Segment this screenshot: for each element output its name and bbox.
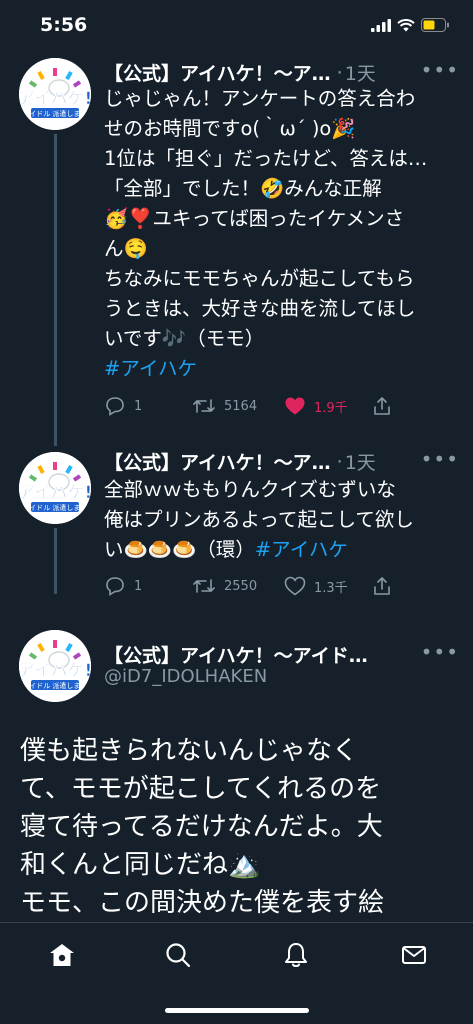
author-name[interactable]: 【公式】アイハケ！〜アイド… [104, 641, 368, 668]
tweet-line: じゃじゃん！アンケートの答え合わ [104, 87, 416, 110]
tab-home[interactable] [42, 937, 82, 973]
notifications-icon [285, 943, 307, 967]
tweet-time[interactable]: 1天 [345, 59, 376, 86]
avatar[interactable]: アイハケ! アイドル 派遣します [19, 452, 91, 524]
retweet-button[interactable]: 2550 [192, 576, 257, 596]
tweet-text: じゃじゃん！アンケートの答え合わ せのお時間ですo(｀ω´ )o🎉 1位は「担ぐ… [104, 84, 460, 384]
reply-button[interactable]: 1 [104, 576, 142, 596]
tweet-actions: 1 5164 1.9千 [104, 396, 404, 420]
tweet-line: 「全部」でした！🤣みんな正解 [104, 177, 382, 200]
tweet-header: 【公式】アイハケ！〜ア… · 1天 [104, 59, 459, 86]
share-button[interactable] [372, 576, 392, 596]
tweet-text: 全部ｗｗももりんクイズむずいな 俺はプリンあるよって起こして欲し い🍮🍮🍮（環）… [104, 475, 460, 565]
search-icon [166, 943, 191, 968]
tweet-line: 全部ｗｗももりんクイズむずいな [104, 478, 396, 501]
status-time: 5:56 [40, 14, 88, 36]
hashtag-link[interactable]: #アイハケ [255, 538, 348, 561]
tab-search[interactable] [158, 937, 198, 973]
svg-text:アイドル 派遣します: アイドル 派遣します [23, 109, 88, 118]
tweet-line: ん🤤 [104, 237, 148, 260]
hashtag-link[interactable]: #アイハケ [104, 357, 197, 380]
messages-icon [402, 946, 426, 964]
like-icon [284, 576, 306, 596]
battery-icon [421, 18, 449, 32]
reply-count: 1 [134, 578, 143, 594]
svg-text:アイドル 派遣します: アイドル 派遣します [23, 681, 88, 690]
tweet-text: 僕も起きられないんじゃなく て、モモが起こしてくれるのを 寝て待ってるだけなんだ… [20, 732, 460, 922]
cellular-signal-icon [371, 18, 391, 32]
avatar[interactable]: アイハケ! アイドル 派遣します [19, 58, 91, 130]
like-icon [285, 397, 305, 415]
tab-notifications[interactable] [276, 937, 316, 973]
tweet-line: うときは、大好きな曲を流してほし [104, 297, 416, 320]
svg-text:アイハケ!: アイハケ! [19, 89, 91, 109]
like-count: 1.9千 [314, 400, 348, 416]
thread-line [54, 528, 57, 594]
tweet-line: せのお時間ですo(｀ω´ )o🎉 [104, 117, 356, 140]
like-button[interactable]: 1.9千 [284, 396, 348, 416]
tweet-time[interactable]: 1天 [345, 448, 376, 475]
like-count: 1.3千 [314, 580, 348, 596]
tweet-line: いです🎶（モモ） [104, 327, 265, 350]
author-handle[interactable]: @iD7_IDOLHAKEN [104, 666, 267, 687]
reply-icon [106, 397, 124, 416]
tweet-header: 【公式】アイハケ！〜ア… · 1天 [104, 448, 459, 475]
share-icon [374, 577, 390, 595]
separator-dot: · [336, 61, 343, 84]
tweet-line: 僕も起きられないんじゃなく [20, 736, 359, 766]
share-icon [374, 397, 390, 415]
more-icon[interactable]: ••• [421, 58, 459, 82]
retweet-button[interactable]: 5164 [192, 396, 257, 416]
tweet-line: モモ、この間決めた僕を表す絵 [20, 888, 385, 918]
home-indicator [165, 1008, 309, 1013]
tweet-line-text: い🍮🍮🍮（環） [104, 538, 255, 561]
tweet-line: て、モモが起こしてくれるのを [20, 774, 382, 804]
status-bar: 5:56 [0, 0, 473, 56]
status-icons [371, 18, 449, 32]
tweet-line: い🍮🍮🍮（環）#アイハケ [104, 535, 460, 565]
svg-text:アイハケ!: アイハケ! [19, 661, 91, 681]
tweet-line: 和くんと同じだね🏔️ [20, 850, 261, 880]
svg-text:アイドル 派遣します: アイドル 派遣します [23, 503, 88, 512]
tweet-line: ちなみにモモちゃんが起こしてもら [104, 267, 415, 290]
tweet-actions: 1 2550 1.3千 [104, 576, 404, 600]
svg-text:アイハケ!: アイハケ! [19, 483, 91, 503]
more-icon[interactable]: ••• [421, 447, 459, 471]
tweet-header: 【公式】アイハケ！〜アイド… [104, 641, 459, 668]
retweet-icon [193, 579, 215, 593]
thread-line [54, 134, 57, 446]
avatar[interactable]: アイハケ! アイドル 派遣します [19, 630, 91, 702]
tweet-line: 俺はプリンあるよって起こして欲し [104, 508, 414, 531]
reply-button[interactable]: 1 [104, 396, 142, 416]
share-button[interactable] [372, 396, 392, 416]
tweet-line: 🥳❣️ユキってば困ったイケメンさ [104, 207, 405, 230]
retweet-icon [193, 399, 215, 413]
retweet-count: 2550 [224, 578, 258, 594]
like-button[interactable]: 1.3千 [284, 576, 348, 596]
reply-icon [106, 577, 124, 596]
author-name[interactable]: 【公式】アイハケ！〜ア… [104, 59, 331, 86]
more-icon[interactable]: ••• [421, 640, 459, 664]
separator-dot: · [336, 450, 343, 473]
tweet-line: 1位は「担ぐ」だったけど、答えは… [104, 147, 428, 170]
tab-messages[interactable] [394, 937, 434, 973]
wifi-icon [397, 18, 415, 31]
author-name[interactable]: 【公式】アイハケ！〜ア… [104, 448, 331, 475]
reply-count: 1 [134, 398, 143, 414]
tweet-line: 寝て待ってるだけなんだよ。大 [20, 812, 383, 842]
home-icon [50, 944, 74, 966]
retweet-count: 5164 [224, 398, 258, 414]
